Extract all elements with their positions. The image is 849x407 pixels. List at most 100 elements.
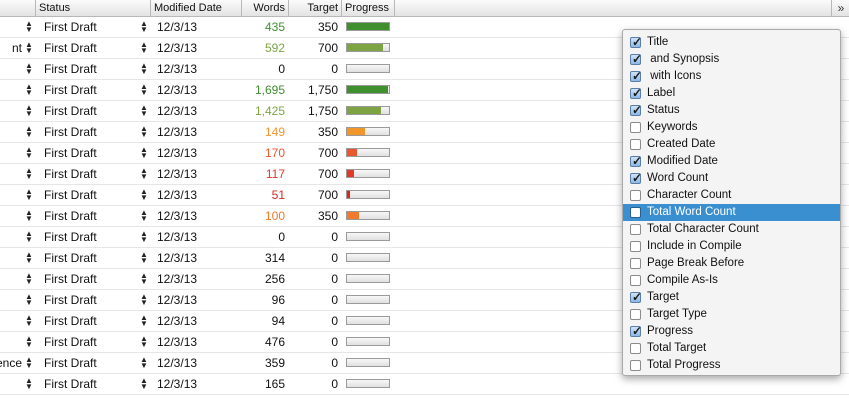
menu-item[interactable]: ✓ Status xyxy=(623,102,840,119)
title-stepper-icon[interactable]: ▲ ▼ xyxy=(24,143,34,164)
row-title-fragment[interactable] xyxy=(0,122,22,143)
title-stepper-icon[interactable]: ▲ ▼ xyxy=(24,59,34,80)
row-status[interactable]: First Draft xyxy=(44,227,97,248)
menu-item[interactable]: ✓ with Icons xyxy=(623,68,840,85)
status-stepper-icon[interactable]: ▲ ▼ xyxy=(139,17,149,38)
row-target[interactable]: 700 xyxy=(287,185,338,206)
row-status[interactable]: First Draft xyxy=(44,59,97,80)
status-stepper-icon[interactable]: ▲ ▼ xyxy=(139,290,149,311)
menu-item[interactable]: Total Character Count xyxy=(623,221,840,238)
menu-item[interactable]: Total Progress xyxy=(623,357,840,374)
row-status[interactable]: First Draft xyxy=(44,185,97,206)
row-status[interactable]: First Draft xyxy=(44,353,97,374)
title-stepper-icon[interactable]: ▲ ▼ xyxy=(24,269,34,290)
row-status[interactable]: First Draft xyxy=(44,290,97,311)
row-target[interactable]: 350 xyxy=(287,206,338,227)
checkbox-icon[interactable]: ✓ xyxy=(630,69,642,83)
row-title-fragment[interactable] xyxy=(0,185,22,206)
row-status[interactable]: First Draft xyxy=(44,164,97,185)
status-stepper-icon[interactable]: ▲ ▼ xyxy=(139,80,149,101)
row-status[interactable]: First Draft xyxy=(44,143,97,164)
status-stepper-icon[interactable]: ▲ ▼ xyxy=(139,122,149,143)
row-status[interactable]: First Draft xyxy=(44,206,97,227)
title-stepper-icon[interactable]: ▲ ▼ xyxy=(24,17,34,38)
row-target[interactable]: 0 xyxy=(287,374,338,395)
row-status[interactable]: First Draft xyxy=(44,269,97,290)
row-status[interactable]: First Draft xyxy=(44,374,97,395)
row-target[interactable]: 0 xyxy=(287,311,338,332)
row-target[interactable]: 700 xyxy=(287,143,338,164)
title-stepper-icon[interactable]: ▲ ▼ xyxy=(24,248,34,269)
status-stepper-icon[interactable]: ▲ ▼ xyxy=(139,311,149,332)
menu-item[interactable]: Keywords xyxy=(623,119,840,136)
status-stepper-icon[interactable]: ▲ ▼ xyxy=(139,59,149,80)
checkbox-icon[interactable] xyxy=(630,207,641,218)
row-title-fragment[interactable] xyxy=(0,80,22,101)
row-status[interactable]: First Draft xyxy=(44,101,97,122)
checkbox-icon[interactable]: ✓ xyxy=(630,35,642,49)
checkbox-icon[interactable] xyxy=(630,258,641,269)
menu-item[interactable]: Include in Compile xyxy=(623,238,840,255)
title-stepper-icon[interactable]: ▲ ▼ xyxy=(24,374,34,395)
checkbox-icon[interactable] xyxy=(630,275,641,286)
menu-item[interactable]: Total Word Count xyxy=(623,204,840,221)
row-title-fragment[interactable] xyxy=(0,101,22,122)
row-title-fragment[interactable] xyxy=(0,227,22,248)
row-status[interactable]: First Draft xyxy=(44,311,97,332)
row-status[interactable]: First Draft xyxy=(44,332,97,353)
row-target[interactable]: 1,750 xyxy=(287,80,338,101)
row-title-fragment[interactable] xyxy=(0,332,22,353)
title-stepper-icon[interactable]: ▲ ▼ xyxy=(24,227,34,248)
title-stepper-icon[interactable]: ▲ ▼ xyxy=(24,80,34,101)
checkbox-icon[interactable]: ✓ xyxy=(630,86,642,100)
checkbox-icon[interactable]: ✓ xyxy=(630,324,642,338)
row-target[interactable]: 0 xyxy=(287,290,338,311)
title-stepper-icon[interactable]: ▲ ▼ xyxy=(24,122,34,143)
checkbox-icon[interactable] xyxy=(630,224,641,235)
header-target[interactable]: Target xyxy=(289,0,342,16)
header-title-column[interactable] xyxy=(0,0,36,16)
checkbox-icon[interactable] xyxy=(630,190,641,201)
menu-item[interactable]: Created Date xyxy=(623,136,840,153)
menu-item[interactable]: ✓ Target xyxy=(623,289,840,306)
checkbox-icon[interactable]: ✓ xyxy=(630,290,642,304)
title-stepper-icon[interactable]: ▲ ▼ xyxy=(24,311,34,332)
status-stepper-icon[interactable]: ▲ ▼ xyxy=(139,143,149,164)
row-status[interactable]: First Draft xyxy=(44,122,97,143)
row-title-fragment[interactable] xyxy=(0,290,22,311)
row-title-fragment[interactable]: nt xyxy=(0,38,22,59)
row-status[interactable]: First Draft xyxy=(44,80,97,101)
menu-item[interactable]: ✓ and Synopsis xyxy=(623,51,840,68)
row-title-fragment[interactable] xyxy=(0,59,22,80)
row-target[interactable]: 0 xyxy=(287,269,338,290)
more-columns-button[interactable]: » xyxy=(831,0,849,16)
header-modified-date[interactable]: Modified Date xyxy=(151,0,242,16)
title-stepper-icon[interactable]: ▲ ▼ xyxy=(24,353,34,374)
row-title-fragment[interactable] xyxy=(0,143,22,164)
row-title-fragment[interactable]: ence xyxy=(0,353,22,374)
row-target[interactable]: 0 xyxy=(287,332,338,353)
checkbox-icon[interactable] xyxy=(630,343,641,354)
checkbox-icon[interactable] xyxy=(630,360,641,371)
row-target[interactable]: 700 xyxy=(287,38,338,59)
row-target[interactable]: 0 xyxy=(287,59,338,80)
row-target[interactable]: 0 xyxy=(287,227,338,248)
menu-item[interactable]: Target Type xyxy=(623,306,840,323)
menu-item[interactable]: ✓ Label xyxy=(623,85,840,102)
checkbox-icon[interactable] xyxy=(630,139,641,150)
title-stepper-icon[interactable]: ▲ ▼ xyxy=(24,38,34,59)
status-stepper-icon[interactable]: ▲ ▼ xyxy=(139,227,149,248)
status-stepper-icon[interactable]: ▲ ▼ xyxy=(139,374,149,395)
menu-item[interactable]: ✓ Word Count xyxy=(623,170,840,187)
status-stepper-icon[interactable]: ▲ ▼ xyxy=(139,248,149,269)
status-stepper-icon[interactable]: ▲ ▼ xyxy=(139,185,149,206)
checkbox-icon[interactable] xyxy=(630,309,641,320)
menu-item[interactable]: Character Count xyxy=(623,187,840,204)
row-title-fragment[interactable] xyxy=(0,17,22,38)
checkbox-icon[interactable]: ✓ xyxy=(630,52,642,66)
status-stepper-icon[interactable]: ▲ ▼ xyxy=(139,206,149,227)
row-title-fragment[interactable] xyxy=(0,248,22,269)
menu-item[interactable]: ✓ Modified Date xyxy=(623,153,840,170)
title-stepper-icon[interactable]: ▲ ▼ xyxy=(24,290,34,311)
row-title-fragment[interactable] xyxy=(0,206,22,227)
